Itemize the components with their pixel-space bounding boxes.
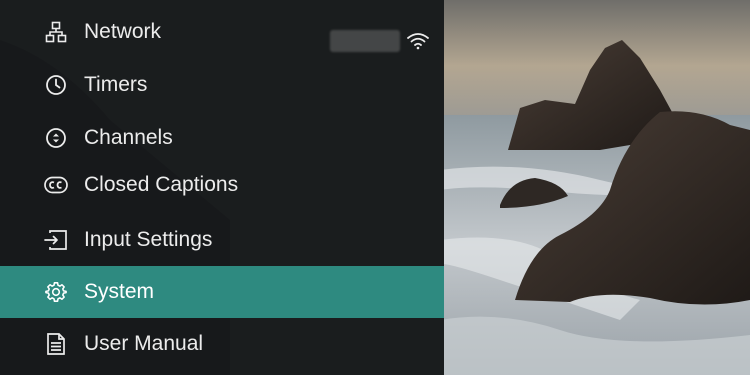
menu-item-label: User Manual <box>84 332 204 355</box>
menu-item-label: Timers <box>84 73 148 96</box>
menu-item-channels[interactable]: Channels <box>0 114 444 162</box>
menu-item-label: Channels <box>84 126 173 149</box>
menu-item-label: System <box>84 280 155 303</box>
menu-item-closed-captions[interactable]: Closed Captions <box>0 161 444 209</box>
menu-item-timers[interactable]: Timers <box>0 61 444 109</box>
clock-icon <box>44 73 68 97</box>
menu-item-label: Network <box>84 20 162 43</box>
cc-icon <box>44 173 68 197</box>
menu-item-label: Closed Captions <box>84 173 239 196</box>
network-name-blurred <box>330 30 400 52</box>
input-icon <box>44 228 68 252</box>
wifi-icon <box>407 33 429 50</box>
gear-icon <box>44 280 68 304</box>
menu-item-user-manual[interactable]: User Manual <box>0 320 444 368</box>
channels-icon <box>44 126 68 150</box>
menu-item-network[interactable]: Network <box>0 8 444 56</box>
network-icon <box>44 20 68 44</box>
menu-item-system[interactable]: System <box>0 266 444 318</box>
menu-item-label: Input Settings <box>84 228 213 251</box>
menu-item-input-settings[interactable]: Input Settings <box>0 216 444 264</box>
settings-menu-panel: Network Timers Channels Closed Captions … <box>0 0 444 375</box>
document-icon <box>44 332 68 356</box>
